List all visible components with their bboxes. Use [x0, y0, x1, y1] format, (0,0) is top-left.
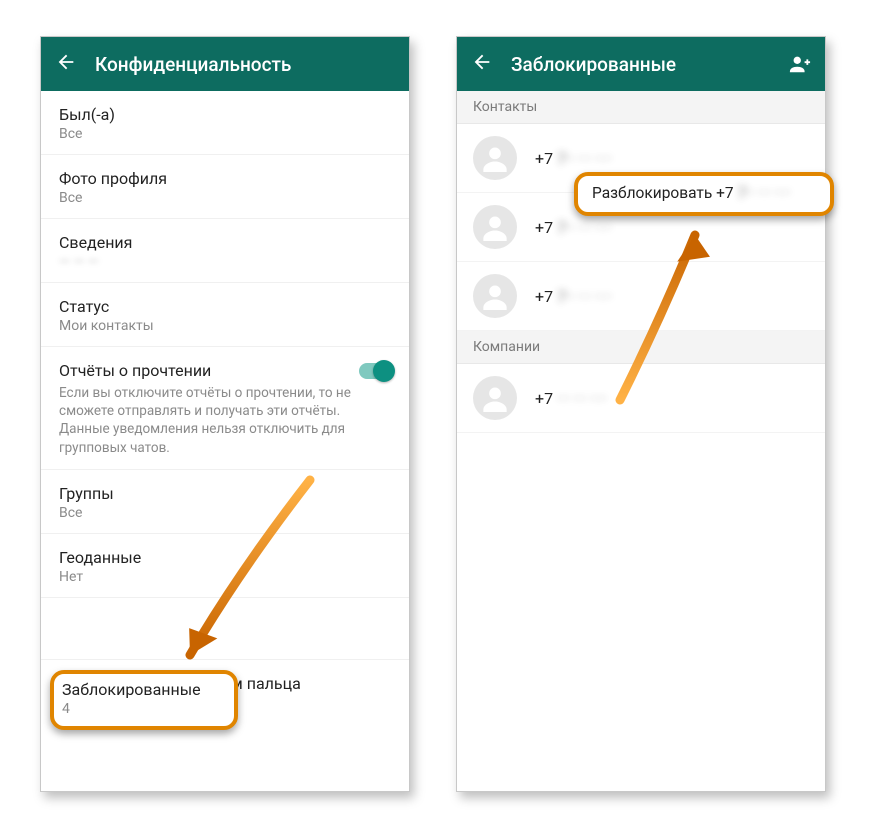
- privacy-item-live-location[interactable]: Геоданные Нет: [41, 534, 409, 598]
- read-receipts-toggle[interactable]: [359, 363, 393, 379]
- privacy-screen: Конфиденциальность Был(-а) Все Фото проф…: [40, 36, 410, 792]
- avatar-icon: [473, 274, 517, 318]
- blocked-contact-row[interactable]: +77·· ··· ····: [457, 262, 825, 331]
- avatar-icon: [473, 376, 517, 420]
- back-arrow-icon[interactable]: [55, 51, 77, 78]
- item-sub: — — —: [59, 254, 391, 270]
- privacy-item-profile-photo[interactable]: Фото профиля Все: [41, 155, 409, 219]
- item-sub: Нет: [59, 569, 391, 585]
- item-label: Сведения: [59, 233, 391, 252]
- contact-number: +77·· ··· ····: [535, 287, 612, 306]
- privacy-item-read-receipts[interactable]: Отчёты о прочтении Если вы отключите отч…: [41, 347, 409, 470]
- item-sub: Мои контакты: [59, 318, 391, 334]
- back-arrow-icon[interactable]: [471, 51, 493, 78]
- privacy-item-status[interactable]: Статус Мои контакты: [41, 283, 409, 347]
- item-label: Блокировка отпечатком пальца: [59, 674, 391, 693]
- appbar-blocked: Заблокированные: [457, 37, 825, 91]
- avatar-icon: [473, 205, 517, 249]
- privacy-item-lastseen[interactable]: Был(-а) Все: [41, 91, 409, 155]
- avatar-icon: [473, 136, 517, 180]
- item-label: Геоданные: [59, 548, 391, 567]
- privacy-list: Был(-а) Все Фото профиля Все Сведения — …: [41, 91, 409, 723]
- appbar-title: Заблокированные: [511, 53, 771, 76]
- item-sub: Все: [59, 126, 391, 142]
- item-sub: Все: [59, 505, 391, 521]
- item-sub: Отключено: [59, 695, 391, 711]
- item-label: Отчёты о прочтении: [59, 361, 391, 380]
- item-label: Фото профиля: [59, 169, 391, 188]
- contact-number: +7··· ··· ····: [535, 389, 607, 408]
- add-person-icon[interactable]: [789, 53, 811, 75]
- item-sub: Все: [59, 190, 391, 206]
- section-header-companies: Компании: [457, 331, 825, 364]
- privacy-item-fingerprint[interactable]: Блокировка отпечатком пальца Отключено: [41, 660, 409, 723]
- privacy-item-blocked[interactable]: [41, 598, 409, 660]
- blocked-screen: Заблокированные Контакты +77·· ··· ···· …: [456, 36, 826, 792]
- privacy-item-groups[interactable]: Группы Все: [41, 470, 409, 534]
- privacy-item-about[interactable]: Сведения — — —: [41, 219, 409, 283]
- blocked-contact-row[interactable]: +77·· ··· ····: [457, 124, 825, 193]
- item-label: Группы: [59, 484, 391, 503]
- item-label: Статус: [59, 297, 391, 316]
- section-header-contacts: Контакты: [457, 91, 825, 124]
- blocked-contact-row[interactable]: +77·· ··· ····: [457, 193, 825, 262]
- appbar-privacy: Конфиденциальность: [41, 37, 409, 91]
- blocked-company-row[interactable]: +7··· ··· ····: [457, 364, 825, 433]
- contact-number: +77·· ··· ····: [535, 149, 612, 168]
- appbar-title: Конфиденциальность: [95, 53, 395, 76]
- item-label: Был(-а): [59, 105, 391, 124]
- contact-number: +77·· ··· ····: [535, 218, 612, 237]
- item-description: Если вы отключите отчёты о прочтении, то…: [59, 384, 359, 457]
